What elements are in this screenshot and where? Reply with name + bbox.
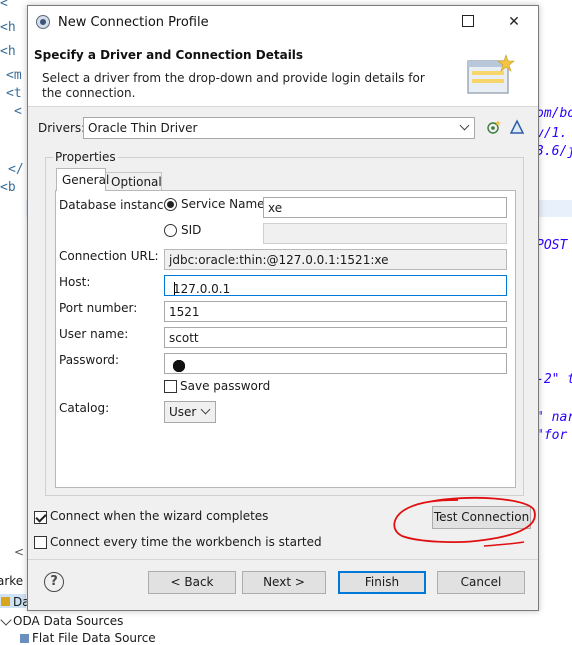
datasource-icon (20, 634, 29, 643)
connection-url-label: Connection URL: (59, 249, 159, 263)
new-driver-definition-icon[interactable] (486, 119, 502, 135)
wizard-page-title: Specify a Driver and Connection Details (34, 48, 304, 62)
sid-radio[interactable] (164, 224, 177, 237)
footer-separator (28, 559, 538, 560)
close-icon: ✕ (508, 14, 520, 30)
expand-icon[interactable] (0, 614, 12, 626)
drivers-selected-value: Oracle Thin Driver (88, 121, 198, 135)
sid-label: SID (181, 223, 202, 237)
catalog-selected-value: User (169, 405, 197, 419)
connection-url-value: jdbc:oracle:thin:@127.0.0.1:1521:xe (169, 253, 389, 267)
code-fragment: " nar (536, 410, 572, 425)
code-fragment: om/bo (536, 106, 572, 121)
user-name-label: User name: (59, 327, 129, 341)
service-name-label: Service Name (181, 197, 265, 211)
tab-optional[interactable]: Optional (105, 172, 162, 191)
connect-when-complete-label: Connect when the wizard completes (50, 509, 269, 523)
next-button[interactable]: Next > (242, 571, 326, 594)
tab-general-label: General (62, 173, 110, 187)
wizard-header: Specify a Driver and Connection Details … (28, 39, 538, 107)
help-icon[interactable]: ? (44, 572, 64, 592)
tab-general[interactable]: General (56, 168, 110, 191)
service-name-input[interactable]: xe (263, 197, 507, 218)
chevron-down-icon (200, 404, 211, 415)
host-input[interactable]: 127.0.0.1 (164, 275, 507, 296)
code-fragment: POST (536, 238, 568, 253)
drivers-dropdown[interactable]: Oracle Thin Driver (83, 117, 475, 139)
gutter-marker: < (14, 104, 22, 119)
catalog-dropdown[interactable]: User (164, 401, 216, 423)
tree-item[interactable]: ODA Data Sources (13, 614, 123, 628)
save-password-checkbox[interactable] (164, 380, 177, 393)
port-number-label: Port number: (59, 301, 138, 315)
host-label: Host: (59, 275, 91, 289)
password-input[interactable] (164, 353, 507, 374)
tab-optional-label: Optional (111, 175, 162, 189)
edit-driver-definition-icon[interactable] (509, 119, 525, 135)
code-fragment: -2" t (536, 372, 572, 387)
port-number-value: 1521 (169, 305, 200, 319)
connect-every-time-label: Connect every time the workbench is star… (50, 535, 322, 549)
gutter-marker: < (0, 0, 8, 11)
maximize-icon (462, 15, 474, 27)
connect-when-complete-checkbox[interactable] (34, 511, 47, 524)
markers-tab[interactable]: arke (0, 574, 23, 588)
user-name-input[interactable]: scott (164, 327, 507, 348)
code-fragment: "for (536, 428, 568, 443)
service-name-value: xe (268, 201, 283, 215)
close-button[interactable]: ✕ (494, 6, 534, 39)
database-instance-label: Database instance: (59, 198, 175, 212)
eclipse-app-icon (36, 15, 50, 29)
gutter-marker: <b (0, 180, 16, 195)
host-value: 127.0.0.1 (173, 282, 231, 296)
cancel-button[interactable]: Cancel (437, 571, 525, 594)
window-title: New Connection Profile (58, 15, 209, 30)
chevron-down-icon (459, 120, 470, 131)
port-number-input[interactable]: 1521 (164, 301, 507, 322)
scroll-left-arrow[interactable]: < (14, 545, 24, 559)
gutter-marker: <h (0, 20, 16, 35)
gutter-marker: <h (0, 44, 16, 59)
red-annotation-ellipse (393, 496, 536, 547)
save-password-label: Save password (180, 379, 271, 393)
connect-every-time-checkbox[interactable] (34, 536, 47, 549)
user-name-value: scott (169, 331, 199, 345)
code-fragment: 3.6/j (536, 144, 572, 159)
drivers-label: Drivers: (38, 121, 86, 135)
service-name-radio[interactable] (164, 198, 177, 211)
gutter-marker: <t (6, 86, 22, 101)
folder-icon (1, 597, 10, 606)
connection-url-field[interactable]: jdbc:oracle:thin:@127.0.0.1:1521:xe (164, 249, 507, 270)
maximize-button[interactable] (448, 6, 488, 39)
text-caret (174, 282, 175, 295)
wizard-page-description: Select a driver from the drop-down and p… (42, 71, 425, 100)
gutter-marker: </ (8, 162, 24, 177)
code-fragment: v/1. (536, 126, 568, 141)
password-label: Password: (59, 353, 120, 367)
title-bar[interactable]: New Connection Profile ✕ (28, 6, 538, 39)
finish-button[interactable]: Finish (338, 571, 426, 594)
properties-group-label: Properties (53, 150, 118, 164)
sid-input[interactable] (263, 223, 507, 244)
wizard-banner-icon (467, 54, 515, 94)
gutter-marker: <m (6, 68, 22, 83)
password-mask-dot (173, 360, 185, 372)
back-button[interactable]: < Back (148, 571, 236, 594)
catalog-label: Catalog: (59, 401, 110, 415)
